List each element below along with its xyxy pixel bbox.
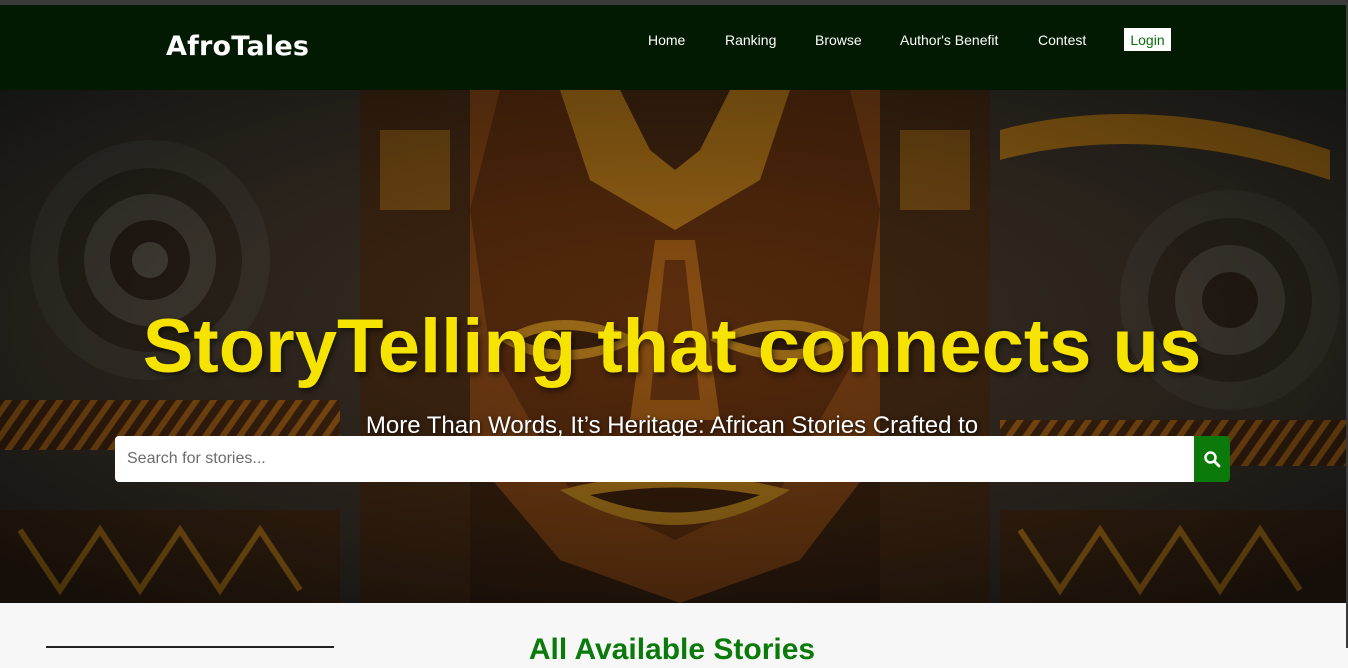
nav-authors-benefit[interactable]: Author's Benefit [900,32,998,48]
nav-contest[interactable]: Contest [1038,32,1086,48]
search-icon [1204,451,1221,468]
nav-ranking[interactable]: Ranking [725,32,776,48]
login-button[interactable]: Login [1124,28,1171,51]
hero-title: StoryTelling that connects us [142,304,1202,389]
hero-section: StoryTelling that connects us More Than … [0,90,1348,603]
search-input[interactable] [115,436,1194,482]
nav-browse[interactable]: Browse [815,32,862,48]
nav-home[interactable]: Home [648,32,685,48]
search-button[interactable] [1194,436,1230,482]
navbar: AfroTales Home Ranking Browse Author's B… [0,5,1348,90]
stories-section-title: All Available Stories [528,633,816,666]
